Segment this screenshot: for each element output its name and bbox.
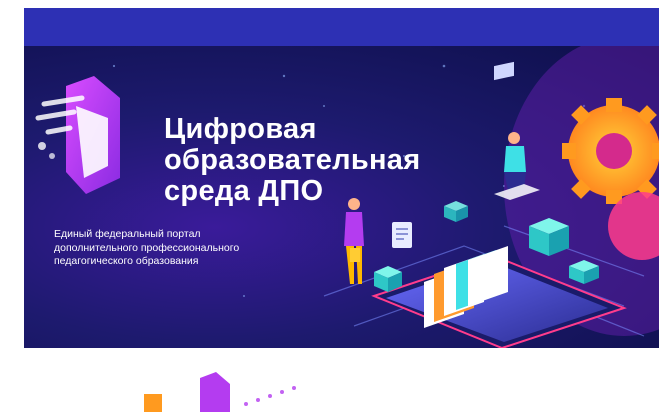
logo-icon xyxy=(35,76,120,194)
banner-subtitle: Единый федеральный портал дополнительног… xyxy=(54,228,240,267)
document-icon xyxy=(392,222,412,248)
top-navigation-bar xyxy=(24,8,659,46)
footer-illustration xyxy=(144,372,296,412)
person-icon xyxy=(344,198,364,284)
below-banner-area xyxy=(24,348,659,412)
title-line: образовательная xyxy=(164,144,421,176)
hero-banner: Цифровая образовательная среда ДПО Едины… xyxy=(24,46,659,348)
banner-title: Цифровая образовательная среда ДПО xyxy=(164,114,420,207)
title-line: среда ДПО xyxy=(164,175,324,207)
title-line: Цифровая xyxy=(164,113,317,145)
